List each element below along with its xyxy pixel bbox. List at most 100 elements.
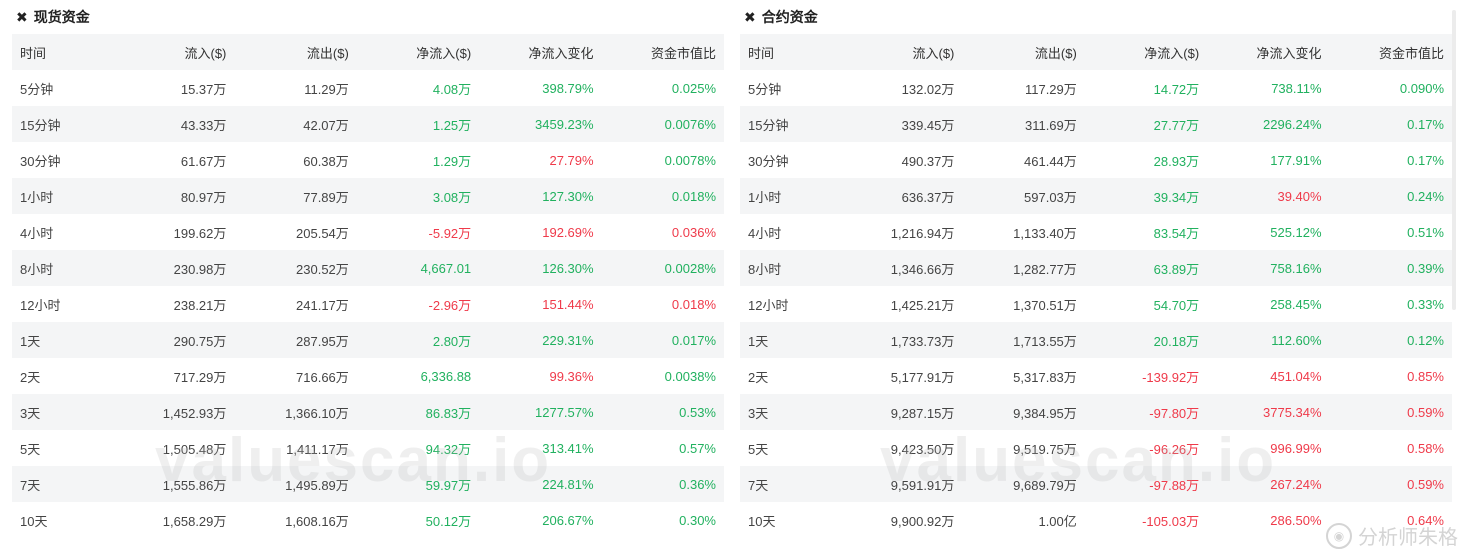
cell-change: 286.50% — [1270, 512, 1322, 528]
cell-ratio: 0.017% — [671, 332, 716, 348]
table-row: 5天 9,423.50万 9,519.75万 -96.26万 996.99% 0.58% — [740, 430, 1452, 466]
table-row: 3天 9,287.15万 9,384.95万 -97.80万 3775.34% 0.59% — [740, 394, 1452, 430]
cell-ratio: 0.17% — [1407, 152, 1444, 168]
column-header: 净流入($) — [1144, 45, 1200, 61]
futures-funds-panel: ✖ 合约资金 时间 流入($) 流出($) 净流入($) 净流入变化 资金市值比 5分钟 1… — [740, 0, 1452, 538]
cell-outflow: 77.89万 — [303, 189, 349, 205]
cell-outflow: 1,133.40万 — [1013, 225, 1077, 241]
cell-net: 1.25万 — [432, 117, 472, 133]
close-x-icon[interactable]: ✖ — [16, 9, 28, 26]
cell-inflow: 1,733.73万 — [890, 333, 955, 349]
cell-ratio: 0.53% — [679, 404, 716, 420]
cell-net: 94.32万 — [425, 441, 472, 457]
cell-net: 1.29万 — [432, 153, 472, 169]
cell-ratio: 0.30% — [679, 512, 716, 528]
table-row: 30分钟 61.67万 60.38万 1.29万 27.79% 0.0078% — [12, 142, 724, 178]
cell-outflow: 1,370.51万 — [1013, 297, 1077, 313]
cell-net: -2.96万 — [428, 297, 472, 313]
table-row: 2天 717.29万 716.66万 6,336.88 99.36% 0.0038% — [12, 358, 724, 394]
cell-net: -97.88万 — [1149, 477, 1200, 493]
cell-inflow: 43.33万 — [180, 117, 227, 133]
cell-change: 224.81% — [542, 476, 594, 492]
table-row: 30分钟 490.37万 461.44万 28.93万 177.91% 0.17% — [740, 142, 1452, 178]
cell-inflow: 1,555.86万 — [162, 477, 227, 493]
cell-change: 525.12% — [1270, 224, 1322, 240]
table-row: 5分钟 132.02万 117.29万 14.72万 738.11% 0.090% — [740, 70, 1452, 106]
cell-inflow: 80.97万 — [180, 189, 227, 205]
cell-time: 2天 — [20, 369, 41, 385]
cell-outflow: 597.03万 — [1024, 189, 1077, 205]
table-row: 5分钟 15.37万 11.29万 4.08万 398.79% 0.025% — [12, 70, 724, 106]
cell-time: 3天 — [20, 405, 41, 421]
cell-outflow: 11.29万 — [304, 81, 349, 97]
table-row: 3天 1,452.93万 1,366.10万 86.83万 1277.57% 0.53% — [12, 394, 724, 430]
cell-inflow: 1,346.66万 — [890, 261, 955, 277]
cell-time: 5天 — [20, 441, 41, 457]
scrollbar[interactable] — [1452, 10, 1456, 310]
cell-outflow: 461.44万 — [1024, 153, 1077, 169]
table-row: 4小时 1,216.94万 1,133.40万 83.54万 525.12% 0.51% — [740, 214, 1452, 250]
cell-change: 126.30% — [542, 260, 594, 276]
cell-change: 99.36% — [549, 368, 594, 384]
cell-net: -96.26万 — [1149, 441, 1200, 457]
cell-net: 27.77万 — [1153, 117, 1200, 133]
cell-inflow: 9,591.91万 — [890, 477, 955, 493]
cell-time: 10天 — [20, 513, 48, 529]
cell-net: 28.93万 — [1153, 153, 1200, 169]
cell-time: 1小时 — [748, 189, 782, 205]
cell-time: 30分钟 — [20, 153, 61, 169]
cell-time: 12小时 — [748, 297, 789, 313]
column-header: 资金市值比 — [650, 45, 716, 61]
cell-inflow: 9,900.92万 — [890, 513, 955, 529]
brand-text: 分析师朱格 — [1358, 527, 1458, 549]
cell-time: 5分钟 — [748, 81, 782, 97]
table-row: 1天 290.75万 287.95万 2.80万 229.31% 0.017% — [12, 322, 724, 358]
futures-funds-table: 时间 流入($) 流出($) 净流入($) 净流入变化 资金市值比 5分钟 132.02万 1… — [740, 34, 1452, 538]
column-header: 净流入($) — [416, 45, 472, 61]
cell-net: -5.92万 — [428, 225, 472, 241]
cell-net: 6,336.88 — [420, 368, 472, 384]
cell-net: 39.34万 — [1153, 189, 1200, 205]
cell-outflow: 1,411.17万 — [286, 441, 349, 457]
cell-change: 398.79% — [542, 80, 594, 96]
table-row: 2天 5,177.91万 5,317.83万 -139.92万 451.04% 0.85% — [740, 358, 1452, 394]
cell-time: 3天 — [748, 405, 769, 421]
column-header: 流出($) — [306, 45, 349, 61]
cell-ratio: 0.0076% — [664, 116, 716, 132]
cell-ratio: 0.36% — [679, 476, 716, 492]
close-x-icon[interactable]: ✖ — [744, 9, 756, 26]
table-row: 12小时 238.21万 241.17万 -2.96万 151.44% 0.018% — [12, 286, 724, 322]
cell-inflow: 132.02万 — [901, 81, 955, 97]
cell-ratio: 0.17% — [1407, 116, 1444, 132]
cell-change: 151.44% — [542, 296, 594, 312]
cell-inflow: 61.67万 — [180, 153, 227, 169]
cell-time: 2天 — [748, 369, 769, 385]
cell-net: 59.97万 — [425, 477, 472, 493]
cell-time: 4小时 — [20, 225, 54, 241]
cell-time: 7天 — [748, 477, 769, 493]
futures-panel-header: ✖ 合约资金 — [740, 0, 1452, 34]
cell-ratio: 0.57% — [679, 440, 716, 456]
cell-inflow: 238.21万 — [173, 297, 227, 313]
cell-net: 54.70万 — [1153, 297, 1200, 313]
cell-change: 313.41% — [542, 440, 594, 456]
cell-time: 8小时 — [748, 261, 782, 277]
table-row: 4小时 199.62万 205.54万 -5.92万 192.69% 0.036% — [12, 214, 724, 250]
cell-time: 15分钟 — [20, 117, 61, 133]
spot-funds-panel: ✖ 现货资金 时间 流入($) 流出($) 净流入($) 净流入变化 资金市值比 5分钟 1… — [12, 0, 724, 538]
table-header-row: 时间 流入($) 流出($) 净流入($) 净流入变化 资金市值比 — [740, 34, 1452, 70]
cell-ratio: 0.018% — [671, 188, 716, 204]
cell-outflow: 1,495.89万 — [285, 477, 349, 493]
cell-change: 229.31% — [542, 332, 594, 348]
cell-ratio: 0.85% — [1407, 368, 1444, 384]
cell-change: 27.79% — [549, 152, 594, 168]
cell-ratio: 0.0038% — [664, 368, 716, 384]
cell-ratio: 0.12% — [1407, 332, 1444, 348]
cell-ratio: 0.24% — [1407, 188, 1444, 204]
spot-panel-title: 现货资金 — [33, 9, 90, 25]
cell-outflow: 9,384.95万 — [1013, 405, 1077, 421]
cell-inflow: 1,216.94万 — [890, 225, 955, 241]
cell-change: 39.40% — [1277, 188, 1322, 204]
cell-time: 7天 — [20, 477, 41, 493]
cell-outflow: 1,713.55万 — [1013, 333, 1077, 349]
